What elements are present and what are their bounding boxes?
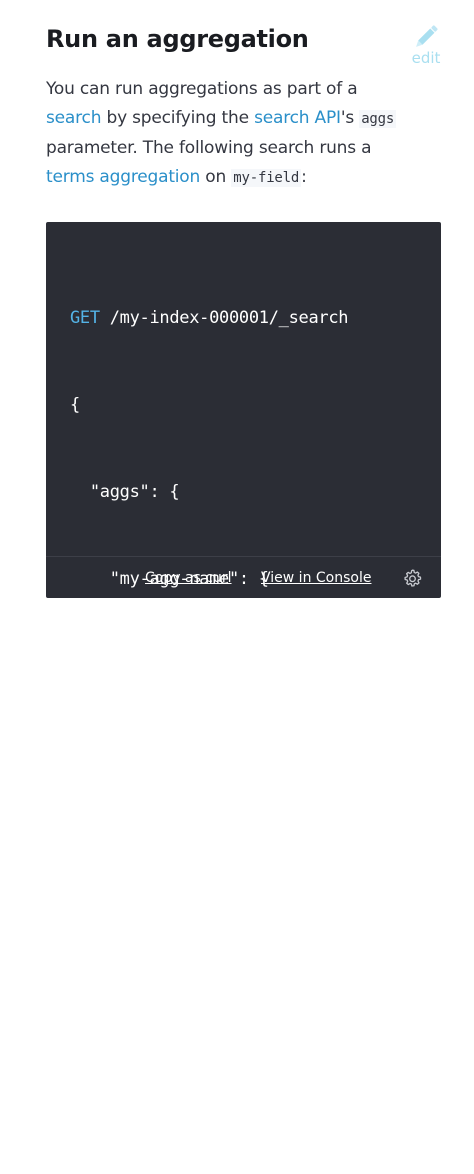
edit-link[interactable]: edit [402, 22, 450, 72]
gear-icon[interactable] [402, 568, 423, 589]
copy-as-curl-button[interactable]: Copy as curl [145, 569, 232, 587]
intro-text: 's [340, 108, 360, 128]
intro-text: : [301, 167, 307, 187]
intro-text: on [200, 167, 232, 187]
edit-label: edit [411, 49, 441, 67]
http-method: GET [70, 308, 100, 328]
page-title: Run an aggregation [46, 25, 309, 53]
code-line: "aggs": { [70, 482, 180, 502]
intro-line-1: You can run aggregations as part of a [46, 79, 358, 99]
code-line: "field": "my-field" [70, 743, 339, 763]
terms-aggregation-link[interactable]: terms aggregation [46, 167, 200, 187]
intro-text: by specifying the [101, 108, 255, 128]
view-in-console-button[interactable]: View in Console [261, 569, 371, 587]
search-link[interactable]: search [46, 108, 101, 128]
code-line: "terms": { [70, 656, 230, 676]
request-line: GET /my-index-000001/_search [70, 304, 348, 333]
intro-paragraph: You can run aggregations as part of a se… [46, 75, 446, 193]
intro-line-4: terms aggregation on my-field: [46, 163, 446, 193]
field-code: my-field [231, 169, 302, 187]
code-body: GET /my-index-000001/_search { "aggs": {… [70, 246, 348, 1174]
search-api-link[interactable]: search API [254, 108, 341, 128]
aggs-code: aggs [359, 110, 397, 128]
code-footer: Copy as curl View in Console [46, 556, 441, 599]
code-line: } [70, 1091, 80, 1111]
doc-page: Run an aggregation edit You can run aggr… [0, 0, 474, 1111]
intro-line-3: parameter. The following search runs a [46, 138, 372, 158]
code-snippet: GET /my-index-000001/_search { "aggs": {… [46, 222, 441, 1111]
code-line: { [70, 395, 80, 415]
request-path: /my-index-000001/_search [99, 308, 349, 328]
code-line: } [70, 830, 140, 850]
intro-line-2: search by specifying the search API's ag… [46, 104, 446, 134]
code-line: } [70, 917, 120, 937]
pencil-icon [416, 25, 438, 47]
code-line: } [70, 1004, 100, 1024]
